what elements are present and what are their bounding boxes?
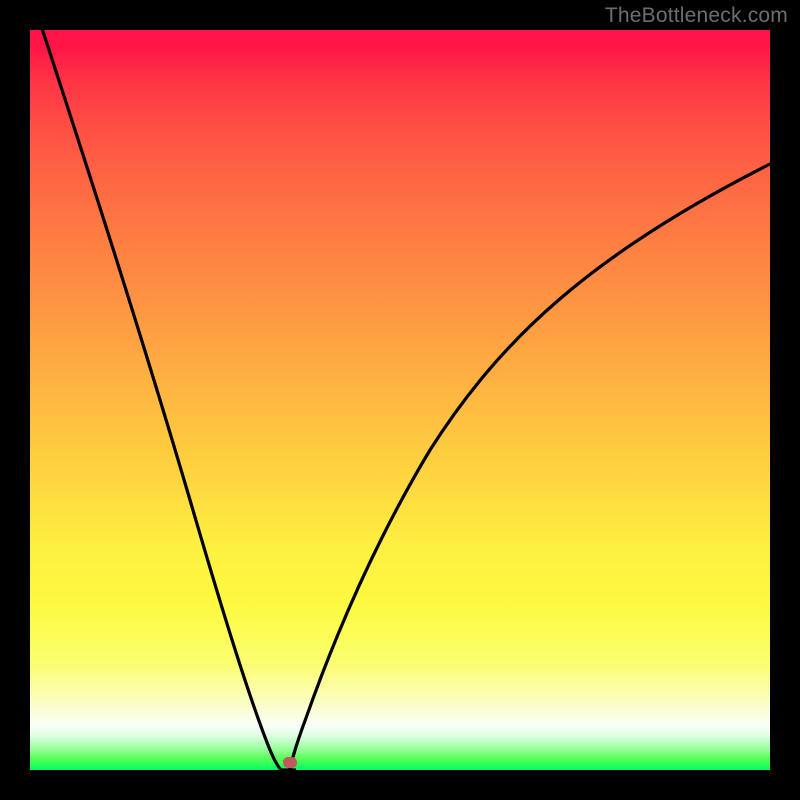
bottleneck-curve: [30, 30, 770, 770]
optimum-marker: [283, 757, 297, 768]
watermark-text: TheBottleneck.com: [605, 4, 788, 28]
chart-frame: TheBottleneck.com: [0, 0, 800, 800]
curve-path: [36, 30, 770, 770]
plot-area: [30, 30, 770, 770]
